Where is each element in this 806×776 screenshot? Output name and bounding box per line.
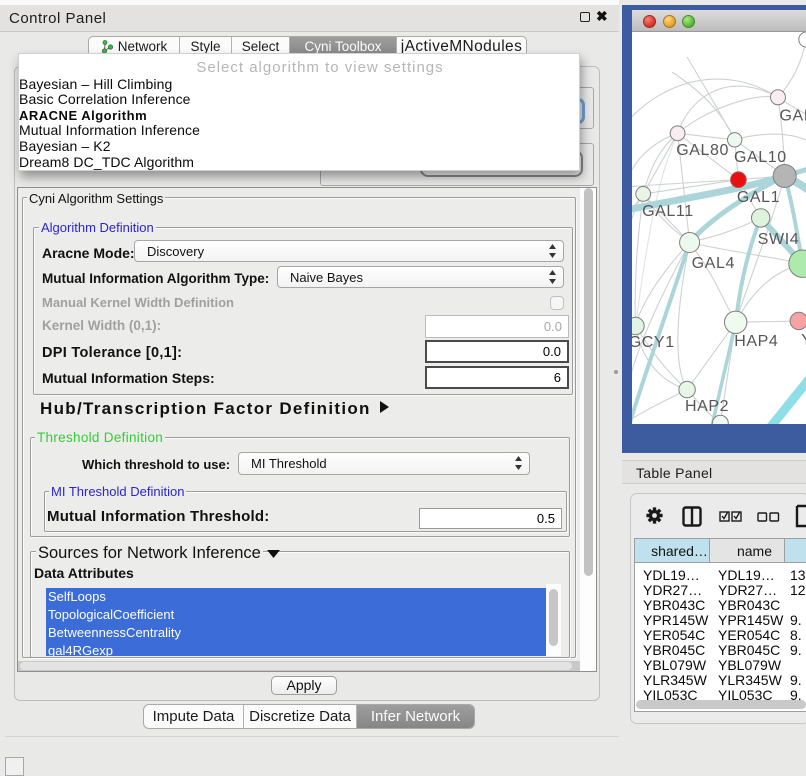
svg-text:GCY1: GCY1 (632, 334, 675, 351)
svg-text:SWI4: SWI4 (758, 231, 800, 248)
svg-text:HAP2: HAP2 (685, 398, 729, 415)
svg-text:Y: Y (801, 332, 806, 349)
svg-text:HAP4: HAP4 (734, 333, 778, 350)
svg-text:GAL80: GAL80 (676, 142, 729, 159)
svg-text:GAL1: GAL1 (737, 189, 780, 206)
svg-text:GAL: GAL (780, 107, 806, 124)
svg-text:GAL10: GAL10 (734, 149, 787, 166)
svg-text:GAL11: GAL11 (642, 203, 694, 220)
svg-text:GAL4: GAL4 (692, 255, 735, 272)
